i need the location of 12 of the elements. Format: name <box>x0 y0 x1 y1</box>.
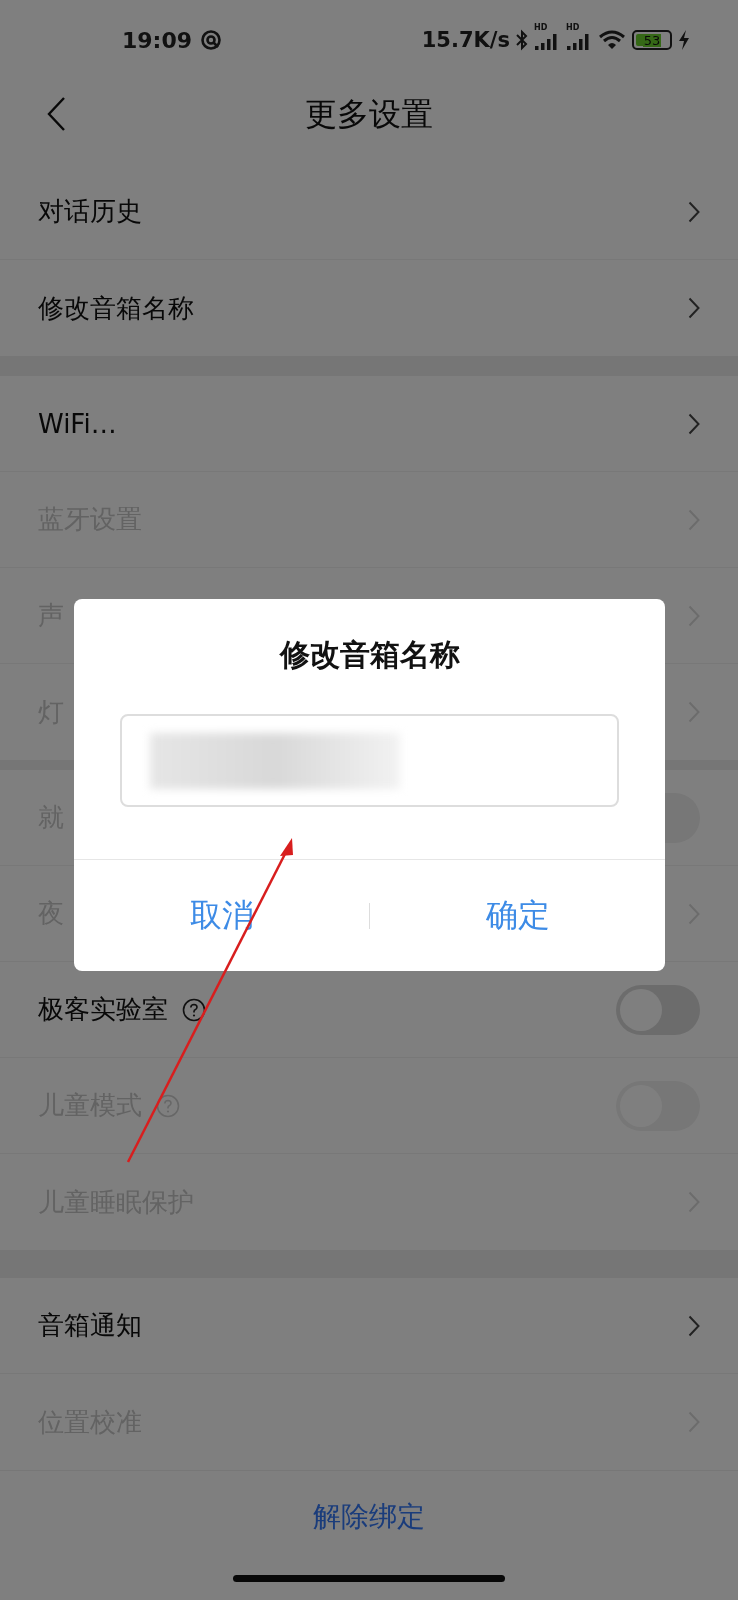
row-label: WiFi… <box>38 408 117 439</box>
page-title: 更多设置 <box>305 94 433 135</box>
hd-label: HD <box>566 23 580 32</box>
row-label: 对话历史 <box>38 195 142 228</box>
dialog-title: 修改音箱名称 <box>279 636 460 674</box>
hd-label: HD <box>534 23 548 32</box>
battery-indicator: 53 <box>632 30 672 50</box>
row-label: 极客实验室 <box>38 993 168 1026</box>
row-label: 修改音箱名称 <box>38 291 194 325</box>
row-label: 音箱通知 <box>38 1309 142 1342</box>
network-speed: 15.7K/s <box>421 28 510 52</box>
status-time: 19:09 <box>122 27 193 53</box>
